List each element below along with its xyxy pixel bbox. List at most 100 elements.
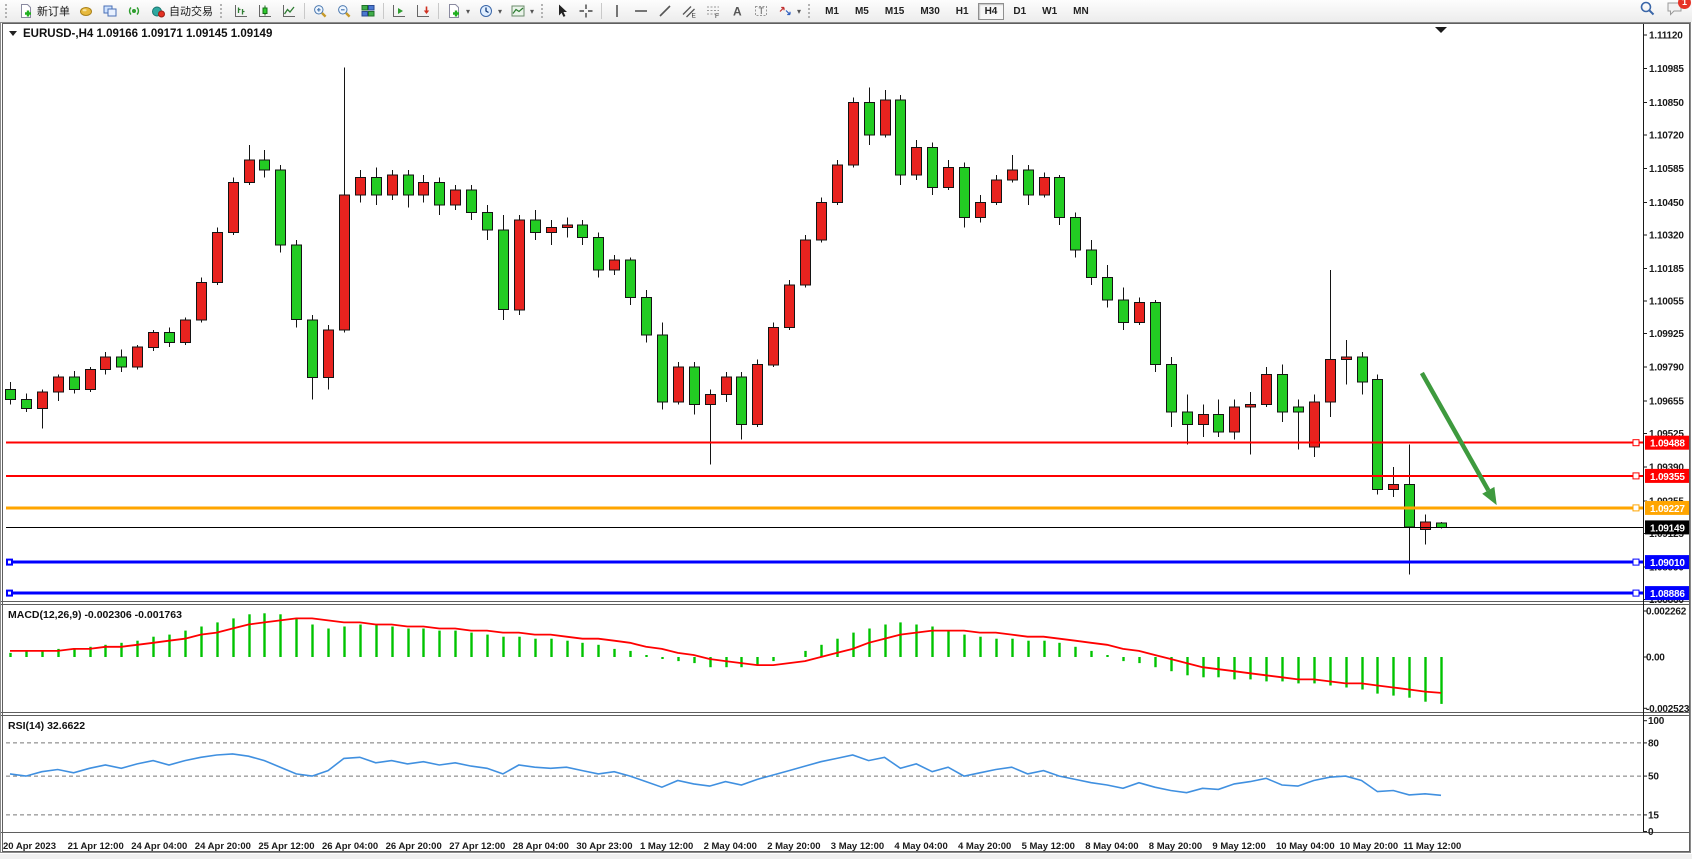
crosshair-button[interactable] — [574, 0, 598, 22]
time-axis-label: 8 May 04:00 — [1085, 841, 1138, 852]
metaeditor-button[interactable] — [74, 0, 98, 22]
svg-text:1.10055: 1.10055 — [1649, 297, 1684, 308]
candlestick-button[interactable] — [253, 0, 277, 22]
svg-text:EURUSD-,H4 1.09166 1.09171 1.: EURUSD-,H4 1.09166 1.09171 1.09145 1.091… — [23, 28, 272, 40]
market-watch-icon — [102, 3, 118, 19]
price-label: 1.09227 — [1645, 501, 1691, 515]
toolbar-grip[interactable] — [808, 4, 813, 18]
horizontal-line-button[interactable] — [629, 0, 653, 22]
line-handle[interactable] — [1633, 473, 1639, 479]
auto-trading-button[interactable]: 自动交易 — [146, 0, 217, 22]
line-handle[interactable] — [1633, 590, 1639, 596]
tile-windows-button[interactable] — [356, 0, 380, 22]
trendline-icon — [657, 3, 673, 19]
fibonacci-icon: F — [705, 3, 721, 19]
time-axis-label: 4 May 04:00 — [894, 841, 947, 852]
search-icon[interactable] — [1639, 0, 1656, 22]
svg-text:0: 0 — [1648, 827, 1654, 838]
periods-button[interactable]: ▾ — [474, 0, 506, 22]
trendline-button[interactable] — [653, 0, 677, 22]
svg-text:1.10585: 1.10585 — [1649, 164, 1684, 175]
timeframe-bar: M1M5M15M30H1H4D1W1MN — [817, 3, 1097, 20]
line-handle[interactable] — [1633, 440, 1639, 446]
line-handle[interactable] — [1633, 505, 1639, 511]
text-button[interactable]: A — [725, 0, 749, 22]
svg-text:50: 50 — [1648, 772, 1659, 783]
timeframe-button-M30[interactable]: M30 — [913, 3, 946, 20]
templates-button[interactable]: ▾ — [506, 0, 538, 22]
chat-button[interactable]: 1 — [1666, 0, 1684, 22]
svg-text:1.09655: 1.09655 — [1649, 397, 1684, 408]
new-chart-button[interactable]: ▾ — [442, 0, 474, 22]
zoom-in-button[interactable] — [308, 0, 332, 22]
chart-title: EURUSD-,H4 1.09166 1.09171 1.09145 1.091… — [9, 28, 272, 40]
bar-chart-button[interactable] — [229, 0, 253, 22]
text-label-icon: T — [753, 3, 769, 19]
equidistant-channel-button[interactable]: E — [677, 0, 701, 22]
svg-text:A: A — [733, 5, 742, 19]
toolbar-grip[interactable] — [5, 4, 10, 18]
cursor-button[interactable] — [550, 0, 574, 22]
time-axis-label: 25 Apr 12:00 — [258, 841, 314, 852]
auto-trading-icon — [150, 3, 166, 19]
chart-window[interactable]: MACD(12,26,9) -0.002306 -0.001763 0.00226… — [0, 22, 1692, 854]
periods-clock-icon — [478, 3, 494, 19]
candlestick-icon — [257, 3, 273, 19]
time-axis[interactable]: 20 Apr 202321 Apr 12:0024 Apr 04:0024 Ap… — [3, 841, 1461, 852]
new-order-button[interactable]: 新订单 — [14, 0, 74, 22]
line-handle[interactable] — [1633, 559, 1639, 565]
zoom-out-button[interactable] — [332, 0, 356, 22]
line-chart-button[interactable] — [277, 0, 301, 22]
crosshair-icon — [578, 3, 594, 19]
new-order-icon — [18, 3, 34, 19]
main-toolbar: 新订单 自动交易 ▾ ▾ — [0, 0, 1692, 23]
svg-text:T: T — [759, 6, 765, 16]
timeframe-button-H1[interactable]: H1 — [949, 3, 976, 20]
timeframe-button-D1[interactable]: D1 — [1006, 3, 1033, 20]
chart-shift-icon — [391, 3, 407, 19]
market-watch-button[interactable] — [98, 0, 122, 22]
timeframe-button-W1[interactable]: W1 — [1035, 3, 1064, 20]
arrows-tool-button[interactable]: ▾ — [773, 0, 805, 22]
horizontal-line-icon — [633, 3, 649, 19]
price-chart[interactable]: MACD(12,26,9) -0.002306 -0.001763 0.00226… — [0, 22, 1692, 854]
time-axis-label: 1 May 12:00 — [640, 841, 693, 852]
svg-text:0.002262: 0.002262 — [1646, 607, 1687, 618]
timeframe-button-M15[interactable]: M15 — [878, 3, 911, 20]
svg-text:80: 80 — [1648, 738, 1659, 749]
price-label: 1.09488 — [1645, 436, 1691, 450]
timeframe-button-MN[interactable]: MN — [1066, 3, 1096, 20]
svg-text:1.09227: 1.09227 — [1650, 504, 1685, 515]
vertical-line-button[interactable] — [605, 0, 629, 22]
svg-text:15: 15 — [1648, 810, 1659, 821]
time-axis-label: 30 Apr 23:00 — [576, 841, 632, 852]
time-axis-label: 8 May 20:00 — [1149, 841, 1202, 852]
price-label: 1.08886 — [1645, 586, 1691, 600]
timeframe-button-M1[interactable]: M1 — [818, 3, 846, 20]
macd-label: MACD(12,26,9) -0.002306 -0.001763 — [8, 609, 182, 621]
tile-windows-icon — [360, 3, 376, 19]
timeframe-button-H4[interactable]: H4 — [978, 3, 1005, 20]
time-axis-label: 2 May 20:00 — [767, 841, 820, 852]
toolbar-grip[interactable] — [220, 4, 225, 18]
svg-text:1.09010: 1.09010 — [1650, 558, 1685, 569]
svg-text:1.10850: 1.10850 — [1649, 98, 1684, 109]
auto-scroll-button[interactable] — [411, 0, 435, 22]
time-axis-label: 10 May 04:00 — [1276, 841, 1335, 852]
text-icon: A — [729, 3, 745, 19]
time-axis-label: 28 Apr 04:00 — [513, 841, 569, 852]
time-axis-label: 20 Apr 2023 — [3, 841, 56, 852]
signals-button[interactable] — [122, 0, 146, 22]
svg-text:E: E — [692, 13, 697, 20]
vertical-line-icon — [609, 3, 625, 19]
text-label-button[interactable]: T — [749, 0, 773, 22]
chart-shift-button[interactable] — [387, 0, 411, 22]
time-axis-label: 10 May 20:00 — [1340, 841, 1399, 852]
time-axis-label: 5 May 12:00 — [1022, 841, 1075, 852]
toolbar-grip[interactable] — [541, 4, 546, 18]
svg-text:1.09149: 1.09149 — [1650, 523, 1685, 534]
timeframe-button-M5[interactable]: M5 — [848, 3, 876, 20]
bar-chart-icon — [233, 3, 249, 19]
fibonacci-button[interactable]: F — [701, 0, 725, 22]
svg-text:1.10720: 1.10720 — [1649, 130, 1684, 141]
